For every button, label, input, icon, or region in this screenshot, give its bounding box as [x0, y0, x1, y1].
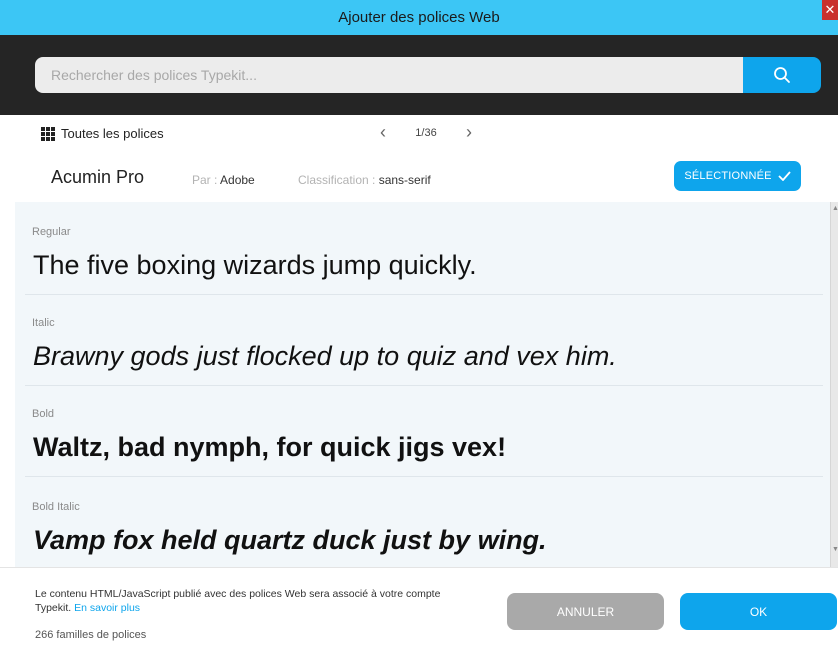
sample-text: The five boxing wizards jump quickly.: [33, 250, 477, 280]
style-label: Bold Italic: [32, 501, 80, 513]
sample-row-regular: Regular The five boxing wizards jump qui…: [25, 202, 823, 295]
font-samples-panel: Regular The five boxing wizards jump qui…: [15, 202, 836, 567]
sample-text: Vamp fox held quartz duck just by wing.: [33, 525, 547, 555]
ok-button[interactable]: OK: [680, 593, 837, 630]
search-bar: [0, 35, 838, 115]
font-family-name: Acumin Pro: [51, 167, 145, 187]
scroll-down-icon[interactable]: ▼: [832, 546, 838, 553]
font-families-count: 266 familles de polices: [35, 629, 147, 641]
close-icon[interactable]: ✕: [822, 0, 838, 20]
title-bar: Ajouter des polices Web ✕: [0, 0, 838, 35]
cancel-button[interactable]: ANNULER: [507, 593, 664, 630]
previous-page-icon[interactable]: ‹: [370, 122, 396, 143]
scroll-up-icon[interactable]: ▲: [832, 205, 838, 212]
foundry-value: Adobe: [220, 173, 255, 187]
navigation-row: Toutes les polices ‹ 1/36 ›: [0, 115, 838, 155]
search-input[interactable]: [35, 57, 743, 93]
grid-icon: [41, 126, 55, 141]
search-icon: [774, 67, 790, 83]
sample-row-bold-italic: Bold Italic Vamp fox held quartz duck ju…: [25, 477, 823, 567]
style-label: Bold: [32, 408, 55, 420]
window-title: Ajouter des polices Web: [338, 9, 500, 26]
selected-label: SÉLECTIONNÉE: [684, 170, 772, 182]
learn-more-link[interactable]: En savoir plus: [74, 602, 140, 614]
classification-info: Classification : sans-serif: [298, 173, 431, 187]
classification-value: sans-serif: [378, 173, 431, 187]
search-button[interactable]: [743, 57, 821, 93]
sample-text: Brawny gods just flocked up to quiz and …: [33, 341, 617, 371]
style-label: Italic: [32, 317, 55, 329]
font-info-row: Acumin Pro Par : Adobe Classification : …: [0, 155, 838, 201]
all-fonts-button[interactable]: Toutes les polices: [41, 126, 164, 141]
sample-row-bold: Bold Waltz, bad nymph, for quick jigs ve…: [25, 384, 823, 477]
dialog-footer: Le contenu HTML/JavaScript publié avec d…: [0, 567, 838, 658]
style-label: Regular: [32, 226, 71, 238]
pager: ‹ 1/36 ›: [370, 122, 482, 143]
page-indicator: 1/36: [415, 126, 437, 139]
foundry-info: Par : Adobe: [192, 173, 255, 187]
classification-label: Classification :: [298, 173, 379, 187]
sample-row-italic: Italic Brawny gods just flocked up to qu…: [25, 293, 823, 386]
typekit-notice: Le contenu HTML/JavaScript publié avec d…: [35, 587, 475, 615]
selected-toggle-button[interactable]: SÉLECTIONNÉE: [674, 161, 801, 191]
sample-text: Waltz, bad nymph, for quick jigs vex!: [33, 432, 507, 462]
next-page-icon[interactable]: ›: [456, 122, 482, 143]
foundry-label: Par :: [192, 173, 221, 187]
check-icon: [778, 171, 791, 181]
all-fonts-label: Toutes les polices: [61, 126, 164, 141]
vertical-scrollbar[interactable]: ▲ ▼: [830, 202, 838, 567]
